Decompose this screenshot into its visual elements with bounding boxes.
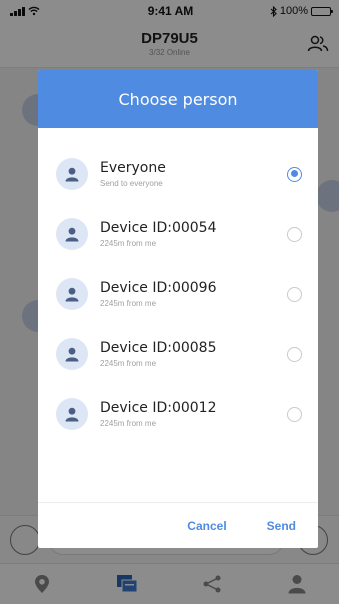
person-icon [65,287,79,301]
person-option-everyone[interactable]: Everyone Send to everyone [38,144,318,204]
person-text: Everyone Send to everyone [100,160,287,188]
person-icon [65,407,79,421]
radio-unselected[interactable] [287,286,302,302]
person-name: Device ID:00012 [100,400,217,416]
person-detail: 2245m from me [100,419,157,428]
avatar [56,398,88,430]
person-detail: Send to everyone [100,179,163,188]
avatar [56,218,88,250]
person-name: Everyone [100,160,166,176]
person-name: Device ID:00054 [100,220,217,236]
person-text: Device ID:00012 2245m from me [100,400,287,428]
person-icon [65,167,79,181]
person-text: Device ID:00096 2245m from me [100,280,287,308]
choose-person-dialog: Choose person Everyone Send to everyone [38,70,318,548]
dialog-title: Choose person [118,89,238,109]
person-option-device[interactable]: Device ID:00054 2245m from me [38,204,318,264]
radio-unselected[interactable] [287,226,302,242]
person-text: Device ID:00085 2245m from me [100,340,287,368]
person-option-device[interactable]: Device ID:00096 2245m from me [38,264,318,324]
radio-selected[interactable] [287,166,302,182]
dialog-footer: Cancel Send [38,502,318,548]
radio-unselected[interactable] [287,406,302,422]
person-name: Device ID:00096 [100,280,217,296]
person-detail: 2245m from me [100,299,157,308]
radio-unselected[interactable] [287,346,302,362]
person-text: Device ID:00054 2245m from me [100,220,287,248]
person-icon [65,227,79,241]
cancel-button[interactable]: Cancel [187,519,226,533]
avatar [56,158,88,190]
person-option-device[interactable]: Device ID:00085 2245m from me [38,324,318,384]
person-icon [65,347,79,361]
person-list: Everyone Send to everyone Device ID:0005… [38,128,318,444]
person-detail: 2245m from me [100,239,157,248]
person-option-device[interactable]: Device ID:00012 2245m from me [38,384,318,444]
avatar [56,338,88,370]
person-name: Device ID:00085 [100,340,217,356]
send-button[interactable]: Send [267,519,296,533]
dialog-header: Choose person [38,70,318,128]
person-detail: 2245m from me [100,359,157,368]
avatar [56,278,88,310]
